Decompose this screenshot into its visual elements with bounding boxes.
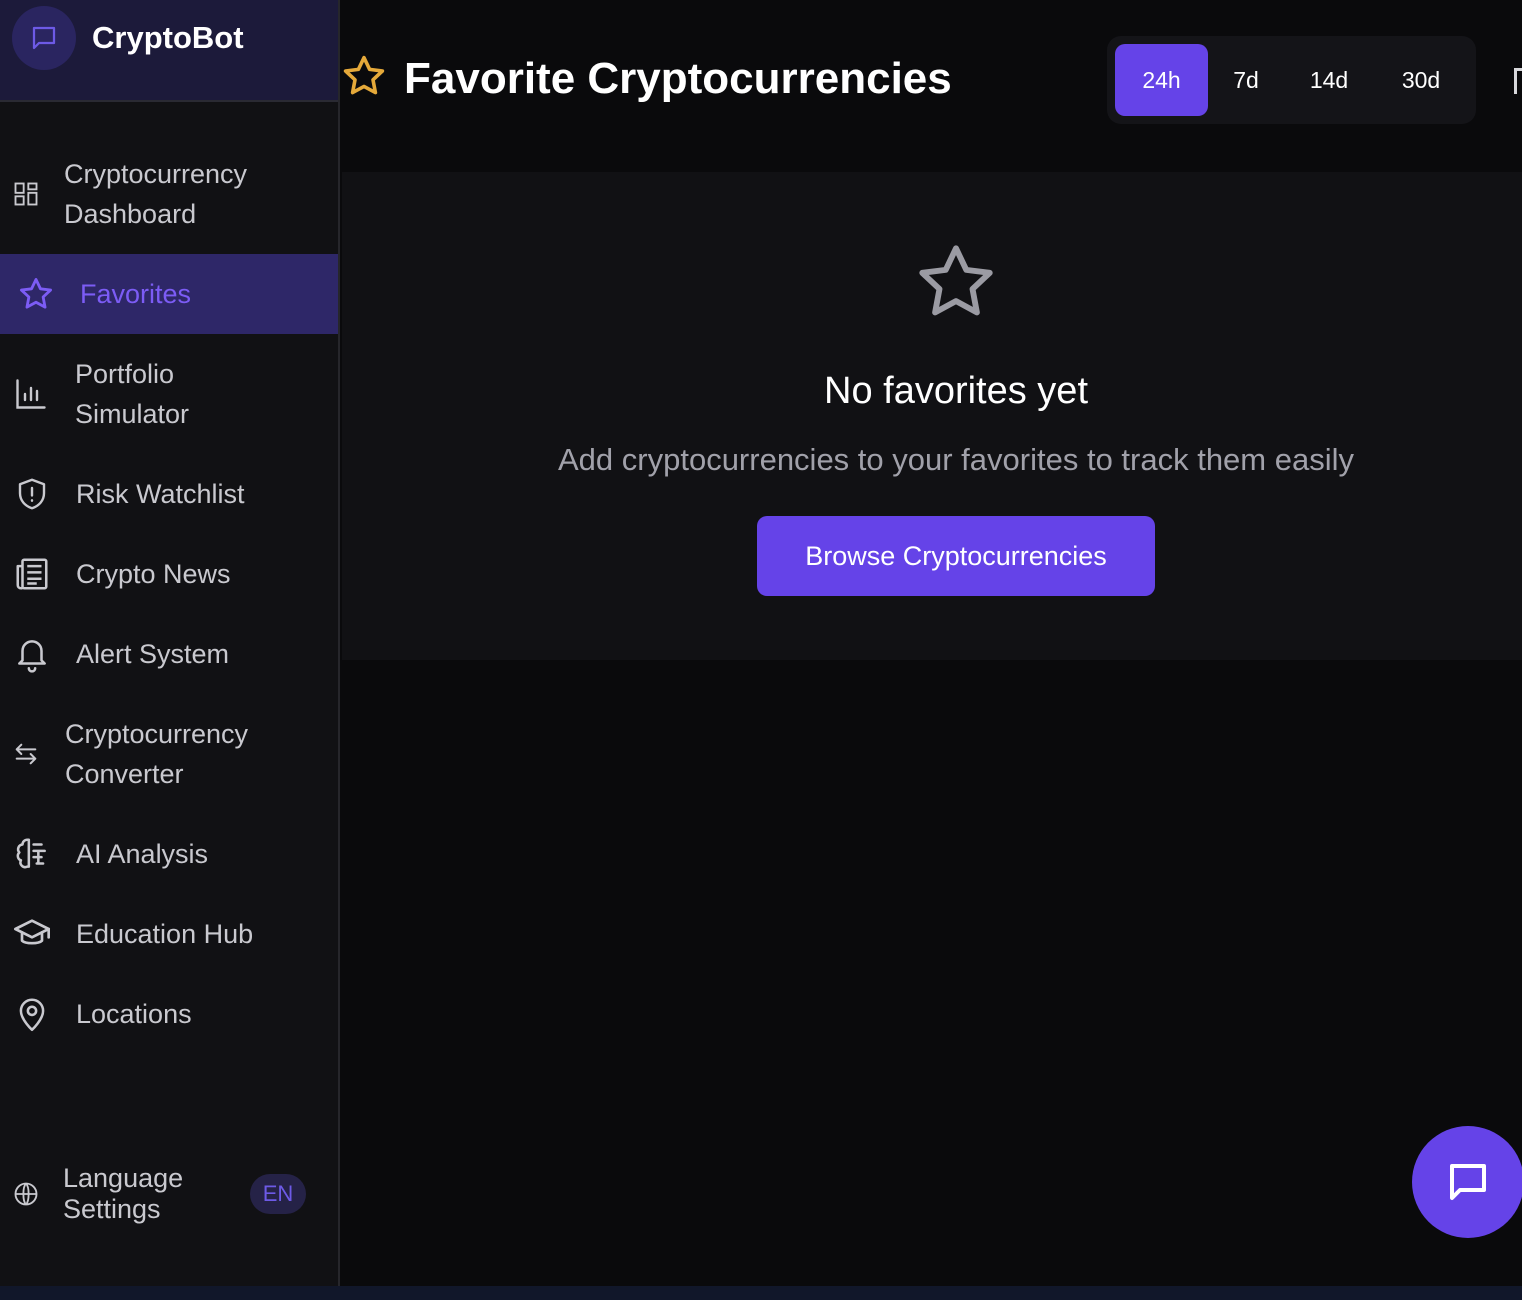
sidebar-item-locations[interactable]: Locations: [0, 974, 338, 1054]
sidebar-nav: Cryptocurrency Dashboard Favorites Portf…: [0, 134, 338, 1054]
sidebar-item-label: Cryptocurrency: [65, 719, 249, 749]
empty-star-icon: [912, 238, 1000, 331]
sidebar-item-favorites[interactable]: Favorites: [0, 254, 338, 334]
sidebar-item-ai-analysis[interactable]: AI Analysis: [0, 814, 338, 894]
sidebar-item-label: AI Analysis: [76, 839, 209, 869]
sidebar-item-label: Risk Watchlist: [76, 479, 245, 509]
language-label: Settings: [63, 1194, 161, 1224]
sidebar-item-label: Dashboard: [64, 199, 197, 229]
period-24h-button[interactable]: 24h: [1115, 44, 1208, 116]
empty-state-subtitle: Add cryptocurrencies to your favorites t…: [558, 442, 1354, 477]
swap-arrows-icon: [0, 740, 52, 768]
sidebar-item-label: Converter: [65, 759, 184, 789]
dashboard-grid-icon: [0, 180, 52, 208]
sidebar-item-label: Simulator: [75, 399, 190, 429]
sidebar-item-label: Education Hub: [76, 919, 254, 949]
truncated-icon[interactable]: [1514, 68, 1522, 94]
period-selector: 24h 7d 14d 30d: [1107, 36, 1476, 124]
sidebar-item-label: Portfolio: [75, 359, 175, 389]
period-14d-button[interactable]: 14d: [1284, 44, 1374, 116]
period-30d-button[interactable]: 30d: [1374, 44, 1468, 116]
brand-header: CryptoBot: [0, 0, 338, 102]
browse-cryptocurrencies-button[interactable]: Browse Cryptocurrencies: [757, 516, 1155, 596]
empty-state-title: No favorites yet: [824, 370, 1088, 412]
globe-icon: [0, 1180, 52, 1208]
brand-name: CryptoBot: [92, 20, 244, 55]
sidebar-item-education-hub[interactable]: Education Hub: [0, 894, 338, 974]
sidebar: CryptoBot Cryptocurrency Dashboard Favor…: [0, 0, 340, 1286]
chat-bubble-icon: [1450, 1164, 1486, 1200]
period-7d-button[interactable]: 7d: [1208, 44, 1284, 116]
sidebar-item-crypto-news[interactable]: Crypto News: [0, 534, 338, 614]
language-label: Language: [63, 1163, 184, 1193]
brain-icon: [0, 835, 64, 873]
sidebar-item-label: Cryptocurrency: [64, 159, 248, 189]
chat-button[interactable]: [1412, 1126, 1522, 1238]
star-icon: [0, 275, 72, 313]
chat-bubble-logo-icon: [12, 6, 76, 70]
bottom-bar: [0, 1286, 1522, 1300]
language-badge[interactable]: EN: [250, 1174, 306, 1214]
bell-icon: [0, 635, 64, 673]
favorites-empty-state: No favorites yet Add cryptocurrencies to…: [342, 172, 1522, 660]
sidebar-item-risk-watchlist[interactable]: Risk Watchlist: [0, 454, 338, 534]
newspaper-icon: [0, 555, 64, 593]
sidebar-item-label: Locations: [76, 999, 192, 1029]
sidebar-item-label: Crypto News: [76, 559, 231, 589]
sidebar-item-dashboard[interactable]: Cryptocurrency Dashboard: [0, 134, 338, 254]
shield-alert-icon: [0, 476, 64, 512]
page-title: Favorite Cryptocurrencies: [404, 53, 952, 103]
page-header: Favorite Cryptocurrencies: [340, 52, 952, 105]
sidebar-item-portfolio-simulator[interactable]: Portfolio Simulator: [0, 334, 338, 454]
sidebar-item-converter[interactable]: Cryptocurrency Converter: [0, 694, 338, 814]
bar-chart-icon: [0, 376, 62, 412]
star-icon: [340, 52, 388, 105]
map-pin-icon: [0, 995, 64, 1033]
sidebar-item-label: Alert System: [76, 639, 230, 669]
language-settings[interactable]: Language Settings EN: [0, 1134, 338, 1254]
sidebar-item-alert-system[interactable]: Alert System: [0, 614, 338, 694]
sidebar-item-label: Favorites: [80, 279, 192, 309]
graduation-cap-icon: [0, 914, 64, 954]
